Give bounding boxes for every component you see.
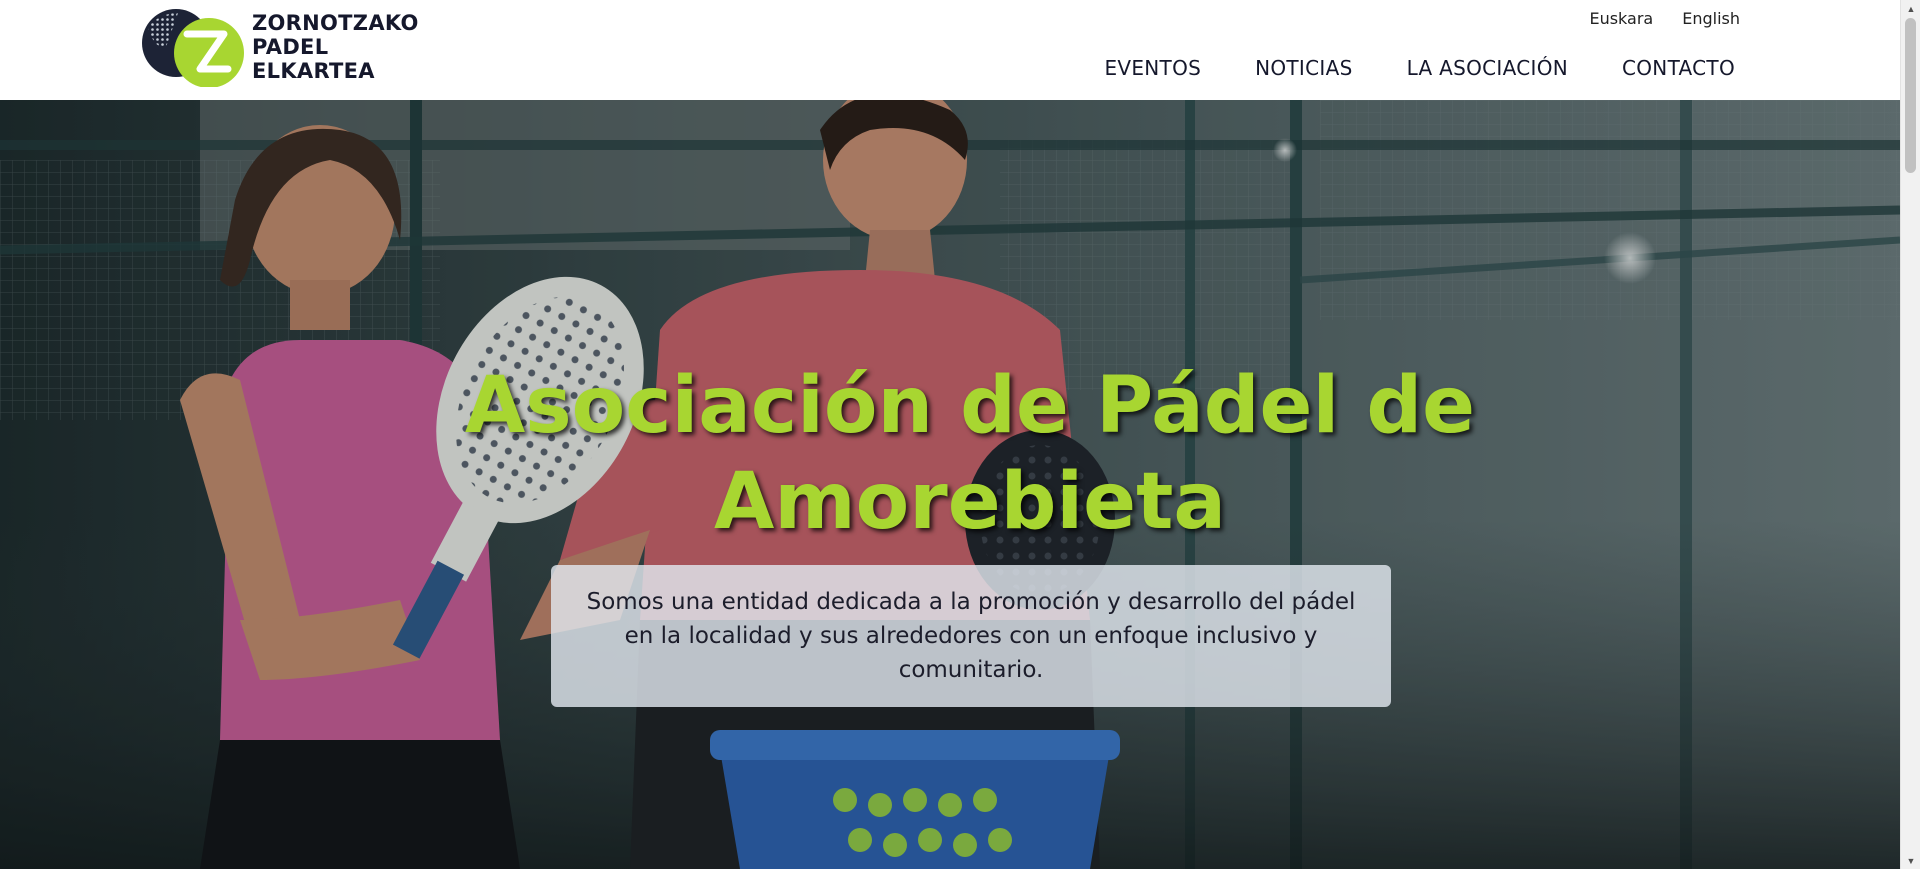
scrollbar-thumb[interactable] bbox=[1905, 18, 1916, 173]
hero-description-box: Somos una entidad dedicada a la promoció… bbox=[551, 565, 1391, 707]
hero-title: Asociación de Pádel de Amorebieta bbox=[0, 358, 1900, 550]
logo-line: ELKARTEA bbox=[252, 59, 375, 83]
logo-line: ZORNOTZAKO bbox=[252, 11, 419, 35]
logo-line: PADEL bbox=[252, 35, 329, 59]
logo-text: ZORNOTZAKO PADEL ELKARTEA bbox=[252, 11, 419, 83]
language-switcher: Euskara English bbox=[1589, 9, 1740, 28]
lang-euskara-link[interactable]: Euskara bbox=[1589, 9, 1653, 28]
nav-eventos[interactable]: EVENTOS bbox=[1104, 56, 1201, 80]
page-scrollbar[interactable]: ▲ ▼ bbox=[1900, 0, 1920, 869]
chevron-up-icon[interactable]: ▲ bbox=[1901, 0, 1920, 17]
nav-contacto[interactable]: CONTACTO bbox=[1622, 56, 1735, 80]
chevron-down-icon[interactable]: ▼ bbox=[1901, 852, 1920, 869]
hero-description: Somos una entidad dedicada a la promoció… bbox=[586, 589, 1356, 683]
hero-section: Asociación de Pádel de Amorebieta Somos … bbox=[0, 100, 1900, 869]
nav-la-asociacion[interactable]: LA ASOCIACIÓN bbox=[1407, 56, 1568, 80]
padel-racket-logo-icon bbox=[142, 9, 244, 87]
site-logo[interactable]: ZORNOTZAKO PADEL ELKARTEA bbox=[140, 7, 419, 87]
hero-title-line1: Asociación de Pádel de bbox=[464, 361, 1476, 451]
lang-english-link[interactable]: English bbox=[1682, 9, 1740, 28]
hero-title-line2: Amorebieta bbox=[714, 457, 1226, 547]
nav-noticias[interactable]: NOTICIAS bbox=[1255, 56, 1352, 80]
main-nav: EVENTOS NOTICIAS LA ASOCIACIÓN CONTACTO bbox=[1104, 56, 1735, 80]
site-header: ZORNOTZAKO PADEL ELKARTEA Euskara Englis… bbox=[0, 0, 1900, 100]
